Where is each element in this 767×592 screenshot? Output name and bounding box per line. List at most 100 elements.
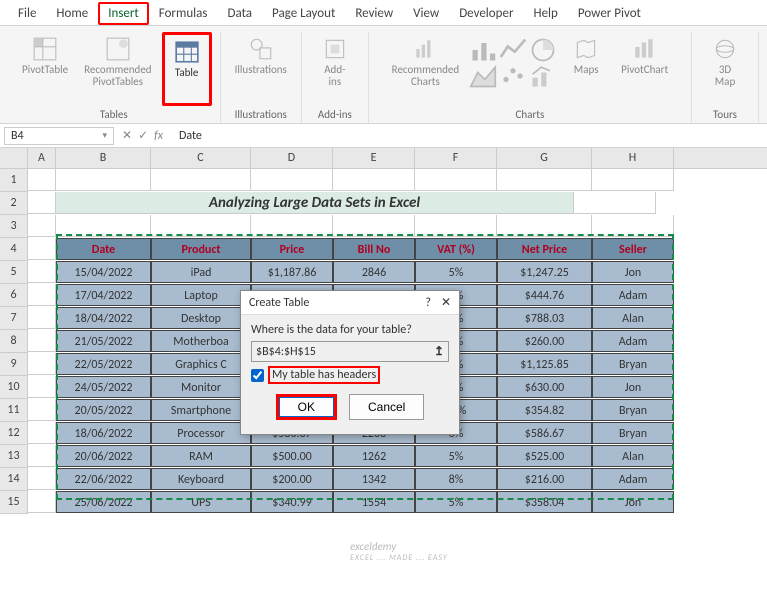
pie-chart-icon[interactable] xyxy=(529,36,557,64)
col-header-d[interactable]: D xyxy=(251,148,333,168)
data-cell[interactable]: RAM xyxy=(151,445,251,467)
data-cell[interactable]: 1342 xyxy=(333,468,415,490)
data-cell[interactable]: 1554 xyxy=(333,491,415,513)
data-cell[interactable]: $630.00 xyxy=(497,376,592,398)
pivottable-button[interactable]: PivotTable xyxy=(16,32,74,106)
data-cell[interactable]: 15/04/2022 xyxy=(56,261,151,283)
close-icon[interactable]: ✕ xyxy=(441,295,451,310)
tab-page-layout[interactable]: Page Layout xyxy=(262,2,345,25)
col-header-b[interactable]: B xyxy=(56,148,151,168)
bar-chart-icon[interactable] xyxy=(469,36,497,64)
row-header[interactable]: 7 xyxy=(0,307,28,330)
col-header-f[interactable]: F xyxy=(415,148,497,168)
data-cell[interactable]: Laptop xyxy=(151,284,251,306)
table-header[interactable]: Price xyxy=(251,238,333,260)
data-cell[interactable]: $260.00 xyxy=(497,330,592,352)
data-cell[interactable]: $200.00 xyxy=(251,468,333,490)
range-input[interactable]: $B$4:$H$15 ↥ xyxy=(251,341,449,362)
row-header[interactable]: 12 xyxy=(0,422,28,445)
data-cell[interactable]: $354.82 xyxy=(497,399,592,421)
data-cell[interactable]: iPad xyxy=(151,261,251,283)
data-cell[interactable]: Graphics C xyxy=(151,353,251,375)
row-header[interactable]: 9 xyxy=(0,353,28,376)
data-cell[interactable]: $340.99 xyxy=(251,491,333,513)
data-cell[interactable]: $500.00 xyxy=(251,445,333,467)
data-cell[interactable]: $1,125.85 xyxy=(497,353,592,375)
data-cell[interactable]: Jon xyxy=(592,261,674,283)
data-cell[interactable]: 24/05/2022 xyxy=(56,376,151,398)
table-header[interactable]: Date xyxy=(56,238,151,260)
row-header[interactable]: 1 xyxy=(0,169,28,192)
data-cell[interactable]: 1262 xyxy=(333,445,415,467)
data-cell[interactable]: 22/05/2022 xyxy=(56,353,151,375)
tab-formulas[interactable]: Formulas xyxy=(149,2,218,25)
dialog-titlebar[interactable]: Create Table ? ✕ xyxy=(241,291,459,315)
data-cell[interactable]: $444.76 xyxy=(497,284,592,306)
data-cell[interactable]: $788.03 xyxy=(497,307,592,329)
row-header[interactable]: 2 xyxy=(0,192,28,215)
tab-developer[interactable]: Developer xyxy=(449,2,523,25)
table-button[interactable]: Table xyxy=(162,32,212,106)
col-header-g[interactable]: G xyxy=(497,148,592,168)
tab-data[interactable]: Data xyxy=(217,2,262,25)
illustrations-button[interactable]: Illustrations xyxy=(229,32,293,106)
data-cell[interactable]: Keyboard xyxy=(151,468,251,490)
row-header[interactable]: 5 xyxy=(0,261,28,284)
data-cell[interactable]: Processor xyxy=(151,422,251,444)
data-cell[interactable]: Bryan xyxy=(592,422,674,444)
table-header[interactable]: Net Price xyxy=(497,238,592,260)
cancel-formula-icon[interactable]: ✕ xyxy=(122,128,132,143)
help-icon[interactable]: ? xyxy=(425,296,431,310)
row-header[interactable]: 10 xyxy=(0,376,28,399)
data-cell[interactable]: $216.00 xyxy=(497,468,592,490)
row-header[interactable]: 11 xyxy=(0,399,28,422)
tab-help[interactable]: Help xyxy=(523,2,567,25)
accept-formula-icon[interactable]: ✓ xyxy=(138,128,148,143)
data-cell[interactable]: Bryan xyxy=(592,399,674,421)
row-header[interactable]: 4 xyxy=(0,238,28,261)
data-cell[interactable]: 5% xyxy=(415,491,497,513)
addins-button[interactable]: Add- ins xyxy=(310,32,360,106)
recommended-pivottables-button[interactable]: Recommended PivotTables xyxy=(78,32,157,106)
data-cell[interactable]: Smartphone xyxy=(151,399,251,421)
data-cell[interactable]: 17/04/2022 xyxy=(56,284,151,306)
tab-review[interactable]: Review xyxy=(345,2,403,25)
recommended-charts-button[interactable]: Recommended Charts xyxy=(386,32,465,106)
row-header[interactable]: 8 xyxy=(0,330,28,353)
3d-map-button[interactable]: 3D Map xyxy=(700,32,750,106)
scatter-chart-icon[interactable] xyxy=(499,62,527,90)
data-cell[interactable]: 8% xyxy=(415,468,497,490)
tab-file[interactable]: File xyxy=(8,2,46,25)
data-cell[interactable]: 21/05/2022 xyxy=(56,330,151,352)
col-header-h[interactable]: H xyxy=(592,148,674,168)
data-cell[interactable]: Alan xyxy=(592,307,674,329)
data-cell[interactable]: 18/04/2022 xyxy=(56,307,151,329)
table-header[interactable]: Seller xyxy=(592,238,674,260)
formula-bar[interactable]: Date xyxy=(171,129,763,143)
area-chart-icon[interactable] xyxy=(469,62,497,90)
data-cell[interactable]: Adam xyxy=(592,330,674,352)
row-header[interactable]: 6 xyxy=(0,284,28,307)
data-cell[interactable]: Monitor xyxy=(151,376,251,398)
row-header[interactable]: 15 xyxy=(0,491,28,514)
tab-power-pivot[interactable]: Power Pivot xyxy=(568,2,651,25)
data-cell[interactable]: Adam xyxy=(592,284,674,306)
tab-insert[interactable]: Insert xyxy=(98,2,149,25)
data-cell[interactable]: 20/06/2022 xyxy=(56,445,151,467)
maps-button[interactable]: Maps xyxy=(561,32,611,106)
col-header-a[interactable]: A xyxy=(28,148,56,168)
data-cell[interactable]: 5% xyxy=(415,445,497,467)
data-cell[interactable]: Motherboa xyxy=(151,330,251,352)
combo-chart-icon[interactable] xyxy=(529,62,557,90)
chevron-down-icon[interactable]: ▾ xyxy=(102,130,107,141)
data-cell[interactable]: Jon xyxy=(592,376,674,398)
tab-view[interactable]: View xyxy=(403,2,449,25)
data-cell[interactable]: 18/06/2022 xyxy=(56,422,151,444)
data-cell[interactable]: Bryan xyxy=(592,353,674,375)
data-cell[interactable]: 25/06/2022 xyxy=(56,491,151,513)
title-cell[interactable]: Analyzing Large Data Sets in Excel xyxy=(56,192,574,214)
row-header[interactable]: 14 xyxy=(0,468,28,491)
col-header-c[interactable]: C xyxy=(151,148,251,168)
row-header[interactable]: 3 xyxy=(0,215,28,238)
data-cell[interactable]: $586.67 xyxy=(497,422,592,444)
